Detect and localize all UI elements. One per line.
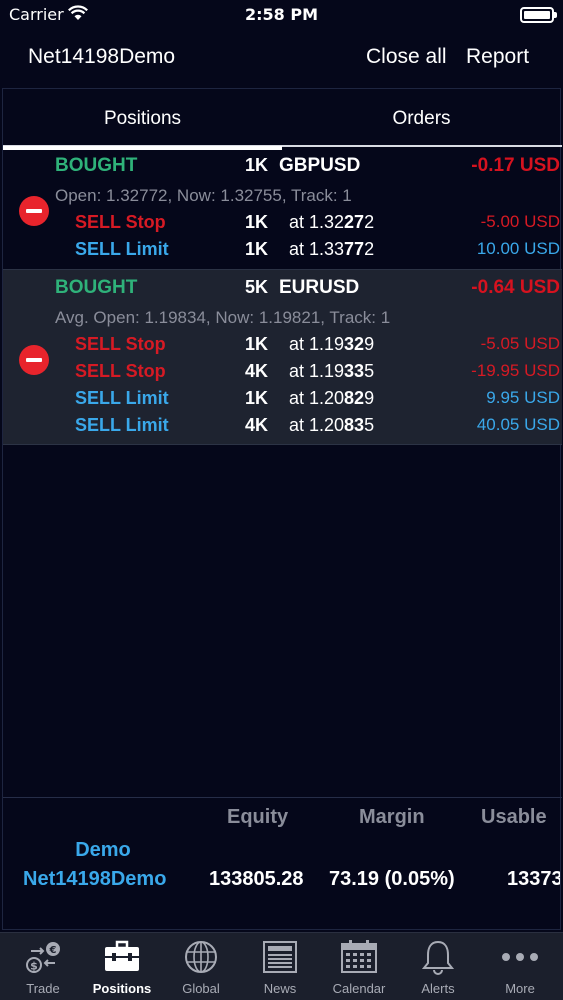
- attached-order[interactable]: SELL Stop 4K at 1.19335 -19.95 USD: [3, 361, 562, 388]
- positions-panel: Positions Orders BOUGHT 1K GBPUSD -0.17 …: [2, 88, 562, 931]
- status-bar: Carrier 2:58 PM: [0, 0, 563, 30]
- calendar-icon: [341, 940, 377, 973]
- tabbar-global[interactable]: Global: [161, 933, 241, 1000]
- attached-order[interactable]: SELL Limit 4K at 1.20835 40.05 USD: [3, 415, 562, 442]
- position-pl: -0.64 USD: [471, 277, 560, 298]
- account-title: Net14198Demo: [28, 45, 176, 68]
- tabbar-news[interactable]: News: [240, 933, 320, 1000]
- account-name: Net14198Demo: [23, 868, 167, 890]
- order-qty: 1K: [244, 212, 268, 232]
- usable-value: 133732.09: [507, 868, 560, 890]
- position-qty: 1K: [244, 155, 268, 175]
- tab-orders[interactable]: Orders: [282, 89, 561, 147]
- order-rate: at 1.32272: [289, 212, 375, 232]
- order-qty: 1K: [244, 388, 268, 408]
- equity-header: Equity: [227, 806, 289, 828]
- tabbar-positions[interactable]: Positions: [82, 933, 162, 1000]
- bell-icon: [421, 940, 455, 975]
- close-all-button[interactable]: Close all: [366, 45, 447, 69]
- position-row[interactable]: BOUGHT 1K GBPUSD -0.17 USD Open: 1.32772…: [3, 149, 562, 269]
- clock: 2:58 PM: [244, 5, 318, 24]
- order-value: -19.95 USD: [471, 361, 560, 380]
- order-type: SELL Stop: [75, 212, 166, 232]
- order-value: -5.00 USD: [480, 212, 560, 231]
- order-type: SELL Stop: [75, 334, 166, 354]
- position-symbol: GBPUSD: [279, 155, 361, 176]
- account-type: Demo: [75, 839, 131, 861]
- position-info: Open: 1.32772, Now: 1.32755, Track: 1: [55, 186, 352, 205]
- order-qty: 4K: [244, 361, 268, 381]
- order-type: SELL Stop: [75, 361, 166, 381]
- position-pl: -0.17 USD: [471, 155, 560, 176]
- order-value: 40.05 USD: [476, 415, 560, 434]
- position-side: BOUGHT: [55, 155, 138, 176]
- attached-order[interactable]: SELL Stop 1K at 1.19329 -5.05 USD: [3, 334, 562, 361]
- attached-order[interactable]: SELL Stop 1K at 1.32272 -5.00 USD: [3, 212, 562, 239]
- svg-text:$: $: [30, 960, 38, 973]
- usable-header: Usable: [481, 806, 547, 828]
- attached-order[interactable]: SELL Limit 1K at 1.20829 9.95 USD: [3, 388, 562, 415]
- segment-tabs: Positions Orders: [3, 89, 562, 150]
- order-rate: at 1.20835: [289, 415, 375, 435]
- briefcase-icon: [105, 940, 139, 971]
- order-value: 10.00 USD: [476, 239, 560, 258]
- order-value: 9.95 USD: [486, 388, 560, 407]
- tabbar-trade[interactable]: $ € Trade: [3, 933, 83, 1000]
- battery-icon: [520, 7, 557, 23]
- report-button[interactable]: Report: [466, 45, 529, 69]
- order-rate: at 1.33772: [289, 239, 375, 259]
- order-type: SELL Limit: [75, 239, 169, 259]
- order-value: -5.05 USD: [480, 334, 560, 353]
- tab-positions[interactable]: Positions: [3, 89, 282, 150]
- tabbar-alerts[interactable]: Alerts: [398, 933, 478, 1000]
- tabbar-more[interactable]: More: [480, 933, 560, 1000]
- nav-bar: Net14198Demo Close all Report: [0, 30, 563, 86]
- margin-value: 73.19 (0.05%): [329, 868, 455, 890]
- position-symbol: EURUSD: [279, 277, 360, 298]
- order-type: SELL Limit: [75, 415, 169, 435]
- currency-exchange-icon: $ €: [26, 942, 60, 973]
- more-dots-icon: [502, 953, 538, 961]
- margin-header: Margin: [359, 806, 425, 828]
- order-qty: 1K: [244, 239, 268, 259]
- position-side: BOUGHT: [55, 277, 138, 298]
- order-rate: at 1.19329: [289, 334, 375, 354]
- bottom-tab-bar: $ € Trade Positions Global News Calendar…: [0, 932, 563, 1000]
- tabbar-calendar[interactable]: Calendar: [319, 933, 399, 1000]
- account-summary: Equity Margin Usable Demo Net14198Demo 1…: [3, 797, 562, 931]
- order-type: SELL Limit: [75, 388, 169, 408]
- order-rate: at 1.20829: [289, 388, 375, 408]
- order-rate: at 1.19335: [289, 361, 375, 381]
- attached-order[interactable]: SELL Limit 1K at 1.33772 10.00 USD: [3, 239, 562, 266]
- position-row[interactable]: BOUGHT 5K EURUSD -0.64 USD Avg. Open: 1.…: [3, 269, 562, 445]
- globe-icon: [185, 941, 217, 973]
- order-qty: 1K: [244, 334, 268, 354]
- newspaper-icon: [263, 941, 297, 973]
- svg-text:€: €: [49, 945, 57, 956]
- position-qty: 5K: [244, 277, 268, 297]
- equity-value: 133805.28: [209, 868, 304, 890]
- position-info: Avg. Open: 1.19834, Now: 1.19821, Track:…: [55, 308, 391, 327]
- order-qty: 4K: [244, 415, 268, 435]
